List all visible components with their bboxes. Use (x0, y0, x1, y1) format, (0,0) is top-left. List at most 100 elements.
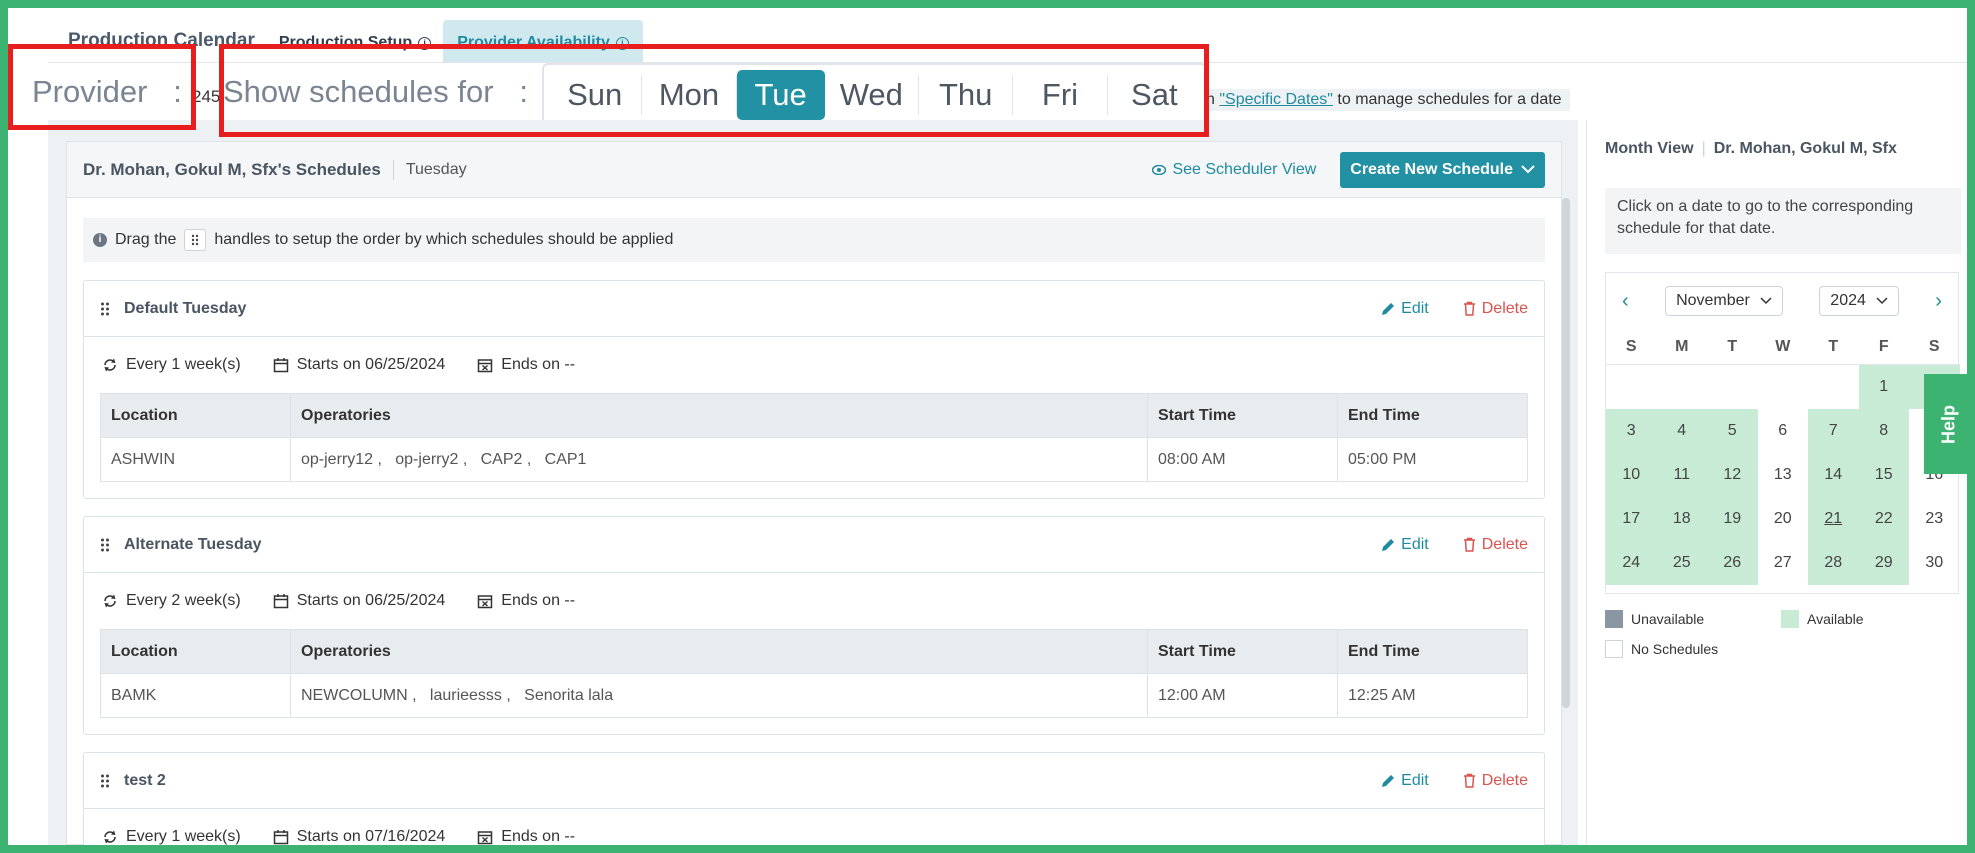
calendar-icon (273, 358, 288, 373)
end-date-text: Ends on -- (501, 828, 576, 845)
day-tue[interactable]: Tue (736, 69, 825, 120)
calendar-day[interactable]: 6 (1758, 409, 1809, 453)
calendar-day[interactable]: 11 (1656, 453, 1707, 497)
info-icon[interactable]: i (418, 36, 432, 50)
trash-icon (1463, 537, 1475, 552)
drag-handle-icon (184, 229, 207, 251)
delete-label: Delete (1481, 771, 1528, 789)
tab-production-setup[interactable]: Production Setup i (267, 34, 443, 62)
year-select[interactable]: 2024 (1819, 286, 1899, 316)
cell-end-time: 05:00 PM (1337, 437, 1528, 482)
calendar-day[interactable]: 4 (1656, 409, 1707, 453)
calendar-day[interactable]: 17 (1606, 497, 1657, 541)
info-icon[interactable]: i (615, 36, 629, 50)
cell-operatories: NEWCOLUMN , laurieesss , Senorita lala (290, 673, 1148, 718)
calendar: ‹ November 2024 › SMTWTFS123456789101112… (1605, 272, 1960, 594)
calendar-day[interactable]: 21 (1808, 497, 1859, 541)
edit-button[interactable]: Edit (1381, 772, 1429, 790)
calendar-day[interactable]: 24 (1606, 541, 1657, 585)
day-thu[interactable]: Thu (919, 74, 1014, 115)
calendar-x-icon (478, 359, 493, 373)
provider-select[interactable]: 245 (192, 87, 220, 107)
trash-icon (1463, 301, 1475, 316)
calendar-day[interactable]: 3 (1606, 409, 1657, 453)
chevron-down-icon (1521, 165, 1535, 174)
month-view-panel: Month View | Dr. Mohan, Gokul M, Sfx Cli… (1586, 120, 1967, 845)
legend-label: No Schedules (1631, 641, 1719, 657)
repeat-icon (104, 358, 116, 372)
schedule-table: Location Operatories Start Time End Time… (100, 393, 1528, 482)
schedule-name: Alternate Tuesday (124, 535, 262, 553)
edit-button[interactable]: Edit (1381, 536, 1429, 554)
delete-button[interactable]: Delete (1463, 536, 1528, 554)
calendar-day[interactable]: 8 (1858, 409, 1909, 453)
calendar-day[interactable]: 25 (1656, 541, 1707, 585)
calendar-day[interactable]: 19 (1707, 497, 1758, 541)
weekday-header: W (1757, 329, 1808, 365)
calendar-day[interactable]: 23 (1909, 497, 1960, 541)
day-sun[interactable]: Sun (548, 74, 643, 115)
chevron-right-icon[interactable]: › (1935, 290, 1942, 313)
calendar-day[interactable]: 28 (1808, 541, 1859, 585)
calendar-empty (1606, 365, 1657, 409)
month-view-note: Click on a date to go to the correspondi… (1605, 188, 1961, 254)
help-button[interactable]: Help (1924, 374, 1974, 474)
specific-dates-link[interactable]: "Specific Dates" (1219, 91, 1333, 108)
delete-label: Delete (1481, 535, 1528, 553)
specific-dates-hint: n "Specific Dates" to manage schedules f… (1206, 89, 1570, 111)
drag-handle-icon[interactable] (100, 537, 110, 553)
edit-button[interactable]: Edit (1381, 300, 1429, 318)
calendar-day[interactable]: 5 (1707, 409, 1758, 453)
calendar-day[interactable]: 29 (1858, 541, 1909, 585)
calendar-day[interactable]: 30 (1909, 541, 1960, 585)
tab-production-calendar[interactable]: Production Calendar (56, 30, 267, 62)
legend-label: Unavailable (1631, 611, 1705, 627)
calendar-day[interactable]: 26 (1707, 541, 1758, 585)
edit-label: Edit (1401, 299, 1429, 317)
calendar-day[interactable]: 7 (1808, 409, 1859, 453)
month-select[interactable]: November (1665, 286, 1783, 316)
calendar-day[interactable]: 12 (1707, 453, 1758, 497)
calendar-day[interactable]: 18 (1656, 497, 1707, 541)
month-view-provider: Dr. Mohan, Gokul M, Sfx (1713, 140, 1897, 157)
start-date-text: Starts on 06/25/2024 (296, 592, 446, 609)
day-sat[interactable]: Sat (1108, 75, 1201, 115)
calendar-day[interactable]: 27 (1758, 541, 1809, 585)
create-new-schedule-button[interactable]: Create New Schedule (1340, 151, 1545, 188)
chevron-down-icon (1876, 297, 1888, 305)
card-header: test 2 Edit Delete (84, 753, 1544, 809)
delete-button[interactable]: Delete (1463, 772, 1528, 790)
repeat-text: Every 1 week(s) (126, 828, 241, 845)
calendar-day[interactable]: 14 (1808, 453, 1859, 497)
day-wed[interactable]: Wed (825, 74, 919, 115)
tab-provider-availability[interactable]: Provider Availability i (443, 20, 643, 62)
calendar-day[interactable]: 22 (1858, 497, 1909, 541)
cell-start-time: 08:00 AM (1147, 437, 1338, 482)
delete-label: Delete (1481, 299, 1528, 317)
see-scheduler-view-link[interactable]: See Scheduler View (1152, 161, 1316, 179)
col-operatories: Operatories (290, 393, 1148, 438)
day-mon[interactable]: Mon (642, 74, 737, 115)
month-view-header: Month View | Dr. Mohan, Gokul M, Sfx (1605, 140, 1897, 157)
delete-button[interactable]: Delete (1463, 300, 1528, 318)
calendar-day[interactable]: 13 (1758, 453, 1809, 497)
eye-icon (1152, 164, 1167, 175)
calendar-day[interactable]: 20 (1758, 497, 1809, 541)
drag-handle-icon[interactable] (100, 301, 110, 317)
scrollbar[interactable] (1562, 198, 1570, 708)
swatch (1605, 610, 1623, 628)
start-date-text: Starts on 07/16/2024 (296, 828, 446, 845)
cell-location: ASHWIN (100, 437, 291, 482)
drag-handle-icon[interactable] (100, 773, 110, 789)
repeat-icon (104, 594, 116, 608)
chevron-left-icon[interactable]: ‹ (1622, 290, 1629, 313)
tab-label: Production Calendar (68, 30, 255, 51)
panel-header: Dr. Mohan, Gokul M, Sfx's Schedules Tues… (67, 142, 1561, 198)
calendar-day[interactable]: 10 (1606, 453, 1657, 497)
calendar-day[interactable]: 1 (1858, 365, 1909, 409)
day-fri[interactable]: Fri (1013, 74, 1108, 115)
calendar-day[interactable]: 15 (1858, 453, 1909, 497)
schedule-card: test 2 Edit Delete Every 1 week(s) Start… (83, 752, 1545, 845)
calendar-empty (1758, 365, 1809, 409)
weekday-header: F (1858, 329, 1909, 365)
